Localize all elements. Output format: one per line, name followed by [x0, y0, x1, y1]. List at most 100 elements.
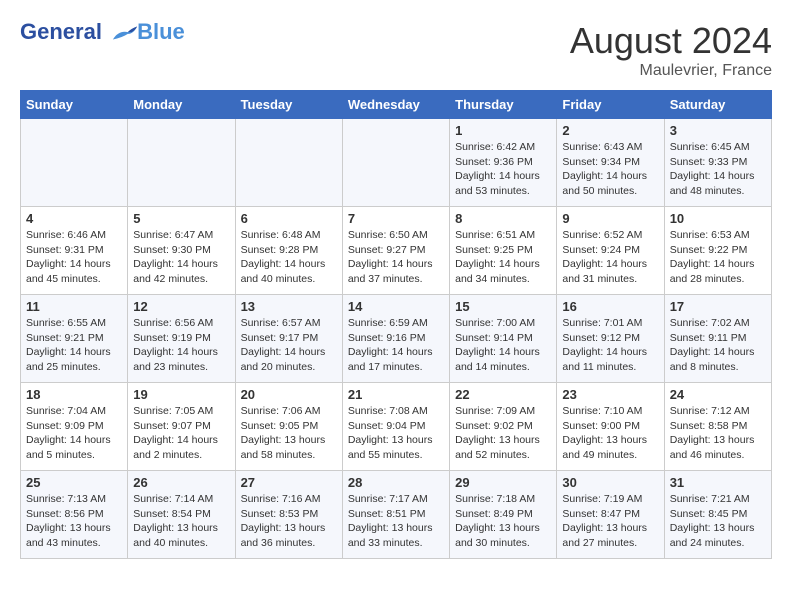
day-number: 19 — [133, 387, 229, 402]
day-number: 17 — [670, 299, 766, 314]
day-cell: 15 Sunrise: 7:00 AM Sunset: 9:14 PM Dayli… — [450, 295, 557, 383]
day-number: 15 — [455, 299, 551, 314]
day-cell: 23Sunrise: 7:10 AM Sunset: 9:00 PM Dayli… — [557, 383, 664, 471]
day-number: 9 — [562, 211, 658, 226]
day-info: Sunrise: 7:09 AM Sunset: 9:02 PM Dayligh… — [455, 404, 551, 463]
day-cell: 17 Sunrise: 7:02 AM Sunset: 9:11 PM Dayli… — [664, 295, 771, 383]
day-number: 27 — [241, 475, 337, 490]
day-cell — [128, 119, 235, 207]
day-info: Sunrise: 7:06 AM Sunset: 9:05 PM Dayligh… — [241, 404, 337, 463]
day-cell: 16Sunrise: 7:01 AM Sunset: 9:12 PM Dayli… — [557, 295, 664, 383]
day-info: Sunrise: 7:21 AM Sunset: 8:45 PM Dayligh… — [670, 492, 766, 551]
day-number: 8 — [455, 211, 551, 226]
day-cell: 21 Sunrise: 7:08 AM Sunset: 9:04 PM Dayli… — [342, 383, 449, 471]
day-info: Sunrise: 6:43 AM Sunset: 9:34 PM Dayligh… — [562, 140, 658, 199]
day-cell: 11Sunrise: 6:55 AM Sunset: 9:21 PM Dayli… — [21, 295, 128, 383]
day-info: Sunrise: 6:57 AM Sunset: 9:17 PM Dayligh… — [241, 316, 337, 375]
day-number: 30 — [562, 475, 658, 490]
day-info: Sunrise: 7:02 AM Sunset: 9:11 PM Dayligh… — [670, 316, 766, 375]
day-info: Sunrise: 6:52 AM Sunset: 9:24 PM Dayligh… — [562, 228, 658, 287]
day-cell — [342, 119, 449, 207]
col-header-sunday: Sunday — [21, 91, 128, 119]
day-number: 6 — [241, 211, 337, 226]
logo: General Blue — [20, 20, 185, 44]
day-number: 18 — [26, 387, 122, 402]
day-number: 4 — [26, 211, 122, 226]
day-number: 5 — [133, 211, 229, 226]
day-info: Sunrise: 6:53 AM Sunset: 9:22 PM Dayligh… — [670, 228, 766, 287]
day-cell: 10 Sunrise: 6:53 AM Sunset: 9:22 PM Dayli… — [664, 207, 771, 295]
day-info: Sunrise: 7:13 AM Sunset: 8:56 PM Dayligh… — [26, 492, 122, 551]
col-header-thursday: Thursday — [450, 91, 557, 119]
day-cell: 2 Sunrise: 6:43 AM Sunset: 9:34 PM Daylig… — [557, 119, 664, 207]
header-row: SundayMondayTuesdayWednesdayThursdayFrid… — [21, 91, 772, 119]
day-info: Sunrise: 7:17 AM Sunset: 8:51 PM Dayligh… — [348, 492, 444, 551]
day-info: Sunrise: 7:16 AM Sunset: 8:53 PM Dayligh… — [241, 492, 337, 551]
day-number: 29 — [455, 475, 551, 490]
day-info: Sunrise: 7:08 AM Sunset: 9:04 PM Dayligh… — [348, 404, 444, 463]
week-row-5: 25 Sunrise: 7:13 AM Sunset: 8:56 PM Dayli… — [21, 471, 772, 559]
day-number: 10 — [670, 211, 766, 226]
logo-blue-text: Blue — [137, 20, 185, 44]
day-cell: 1 Sunrise: 6:42 AM Sunset: 9:36 PM Daylig… — [450, 119, 557, 207]
day-number: 21 — [348, 387, 444, 402]
day-number: 25 — [26, 475, 122, 490]
day-cell: 22 Sunrise: 7:09 AM Sunset: 9:02 PM Dayli… — [450, 383, 557, 471]
day-number: 26 — [133, 475, 229, 490]
day-info: Sunrise: 7:19 AM Sunset: 8:47 PM Dayligh… — [562, 492, 658, 551]
day-cell: 3 Sunrise: 6:45 AM Sunset: 9:33 PM Daylig… — [664, 119, 771, 207]
day-info: Sunrise: 6:50 AM Sunset: 9:27 PM Dayligh… — [348, 228, 444, 287]
title-block: August 2024 Maulevrier, France — [570, 20, 772, 80]
day-info: Sunrise: 6:42 AM Sunset: 9:36 PM Dayligh… — [455, 140, 551, 199]
day-cell: 30 Sunrise: 7:19 AM Sunset: 8:47 PM Dayli… — [557, 471, 664, 559]
day-number: 24 — [670, 387, 766, 402]
day-cell: 8 Sunrise: 6:51 AM Sunset: 9:25 PM Daylig… — [450, 207, 557, 295]
day-cell: 29Sunrise: 7:18 AM Sunset: 8:49 PM Dayli… — [450, 471, 557, 559]
day-number: 3 — [670, 123, 766, 138]
day-cell: 7 Sunrise: 6:50 AM Sunset: 9:27 PM Daylig… — [342, 207, 449, 295]
week-row-1: 1 Sunrise: 6:42 AM Sunset: 9:36 PM Daylig… — [21, 119, 772, 207]
day-cell: 6 Sunrise: 6:48 AM Sunset: 9:28 PM Daylig… — [235, 207, 342, 295]
page-header: General Blue August 2024 Maulevrier, Fra… — [20, 20, 772, 80]
day-number: 1 — [455, 123, 551, 138]
day-number: 31 — [670, 475, 766, 490]
day-cell: 31 Sunrise: 7:21 AM Sunset: 8:45 PM Dayli… — [664, 471, 771, 559]
day-cell: 13Sunrise: 6:57 AM Sunset: 9:17 PM Dayli… — [235, 295, 342, 383]
day-info: Sunrise: 6:55 AM Sunset: 9:21 PM Dayligh… — [26, 316, 122, 375]
day-cell: 27 Sunrise: 7:16 AM Sunset: 8:53 PM Dayli… — [235, 471, 342, 559]
location: Maulevrier, France — [570, 62, 772, 80]
day-info: Sunrise: 7:00 AM Sunset: 9:14 PM Dayligh… — [455, 316, 551, 375]
day-info: Sunrise: 7:14 AM Sunset: 8:54 PM Dayligh… — [133, 492, 229, 551]
day-number: 7 — [348, 211, 444, 226]
col-header-tuesday: Tuesday — [235, 91, 342, 119]
col-header-wednesday: Wednesday — [342, 91, 449, 119]
day-cell: 26 Sunrise: 7:14 AM Sunset: 8:54 PM Dayli… — [128, 471, 235, 559]
day-cell: 14Sunrise: 6:59 AM Sunset: 9:16 PM Dayli… — [342, 295, 449, 383]
day-info: Sunrise: 6:56 AM Sunset: 9:19 PM Dayligh… — [133, 316, 229, 375]
day-number: 16 — [562, 299, 658, 314]
day-info: Sunrise: 6:45 AM Sunset: 9:33 PM Dayligh… — [670, 140, 766, 199]
day-cell: 4 Sunrise: 6:46 AM Sunset: 9:31 PM Daylig… — [21, 207, 128, 295]
day-info: Sunrise: 6:47 AM Sunset: 9:30 PM Dayligh… — [133, 228, 229, 287]
day-cell: 25 Sunrise: 7:13 AM Sunset: 8:56 PM Dayli… — [21, 471, 128, 559]
day-cell: 9 Sunrise: 6:52 AM Sunset: 9:24 PM Daylig… — [557, 207, 664, 295]
day-cell: 12 Sunrise: 6:56 AM Sunset: 9:19 PM Dayli… — [128, 295, 235, 383]
logo-text: General — [20, 20, 139, 44]
day-cell — [21, 119, 128, 207]
day-info: Sunrise: 6:48 AM Sunset: 9:28 PM Dayligh… — [241, 228, 337, 287]
col-header-monday: Monday — [128, 91, 235, 119]
day-cell — [235, 119, 342, 207]
day-cell: 18 Sunrise: 7:04 AM Sunset: 9:09 PM Dayli… — [21, 383, 128, 471]
day-number: 20 — [241, 387, 337, 402]
day-info: Sunrise: 6:51 AM Sunset: 9:25 PM Dayligh… — [455, 228, 551, 287]
day-number: 12 — [133, 299, 229, 314]
month-title: August 2024 — [570, 20, 772, 62]
day-number: 28 — [348, 475, 444, 490]
day-info: Sunrise: 6:46 AM Sunset: 9:31 PM Dayligh… — [26, 228, 122, 287]
day-number: 2 — [562, 123, 658, 138]
day-cell: 5 Sunrise: 6:47 AM Sunset: 9:30 PM Daylig… — [128, 207, 235, 295]
day-info: Sunrise: 7:04 AM Sunset: 9:09 PM Dayligh… — [26, 404, 122, 463]
col-header-friday: Friday — [557, 91, 664, 119]
day-number: 22 — [455, 387, 551, 402]
day-info: Sunrise: 7:12 AM Sunset: 8:58 PM Dayligh… — [670, 404, 766, 463]
